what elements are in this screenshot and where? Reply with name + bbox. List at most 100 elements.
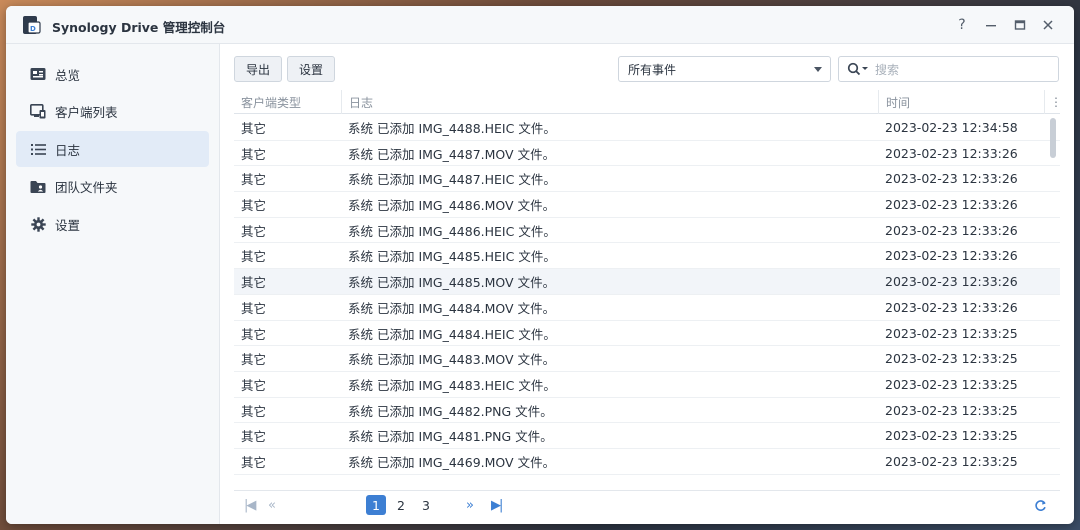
vertical-scrollbar[interactable] bbox=[1050, 118, 1056, 158]
cell-client-type: 其它 bbox=[241, 249, 267, 265]
table-row[interactable]: 其它 系统 已添加 IMG_4487.HEIC 文件。 2023-02-23 12:… bbox=[234, 166, 1060, 193]
cell-log: 系统 已添加 IMG_4482.PNG 文件。 bbox=[348, 403, 553, 419]
close-button[interactable] bbox=[1038, 15, 1058, 35]
close-icon bbox=[1043, 20, 1053, 30]
table-row[interactable]: 其它 系统 已添加 IMG_4488.HEIC 文件。 2023-02-23 12:… bbox=[234, 115, 1060, 141]
cell-client-type: 其它 bbox=[241, 198, 267, 214]
export-button[interactable]: 导出 bbox=[234, 56, 282, 82]
column-header-time[interactable]: 时间 bbox=[878, 90, 1044, 114]
app-window: D Synology Drive 管理控制台 ? 总览 客户端列表 日志 团队文… bbox=[6, 6, 1074, 524]
table-row[interactable]: 其它 系统 已添加 IMG_4483.MOV 文件。 2023-02-23 12:3… bbox=[234, 346, 1060, 372]
table-row[interactable]: 其它 系统 已添加 IMG_4469.MOV 文件。 2023-02-23 12:3… bbox=[234, 449, 1060, 475]
sidebar-item-client-list[interactable]: 客户端列表 bbox=[16, 94, 209, 130]
cell-client-type: 其它 bbox=[241, 146, 267, 162]
chevron-down-icon bbox=[814, 67, 822, 72]
refresh-icon[interactable] bbox=[1034, 495, 1047, 515]
client-list-icon bbox=[30, 104, 46, 120]
cell-time: 2023-02-23 12:33:26 bbox=[885, 222, 1018, 238]
table-row[interactable]: 其它 系统 已添加 IMG_4482.PNG 文件。 2023-02-23 12:3… bbox=[234, 398, 1060, 424]
cell-time: 2023-02-23 12:33:26 bbox=[885, 171, 1018, 187]
last-page-icon[interactable]: ▶| bbox=[491, 495, 503, 515]
column-header-client-type[interactable]: 客户端类型 bbox=[234, 90, 341, 114]
search-input[interactable]: 搜索 bbox=[838, 56, 1059, 82]
toolbar: 导出 设置 所有事件 搜索 bbox=[234, 56, 1064, 82]
cell-client-type: 其它 bbox=[241, 377, 267, 393]
sidebar-item-label: 设置 bbox=[55, 217, 81, 233]
sidebar-item-overview[interactable]: 总览 bbox=[16, 56, 209, 92]
minimize-button[interactable] bbox=[981, 15, 1001, 35]
sidebar: 总览 客户端列表 日志 团队文件夹 设置 bbox=[6, 44, 220, 524]
cell-client-type: 其它 bbox=[241, 300, 267, 316]
cell-time: 2023-02-23 12:33:26 bbox=[885, 299, 1018, 315]
table-row[interactable]: 其它 系统 已添加 IMG_4484.HEIC 文件。 2023-02-23 12:… bbox=[234, 321, 1060, 347]
table-header: 客户端类型 日志 时间 ⋮ bbox=[234, 90, 1060, 114]
cell-log: 系统 已添加 IMG_4487.HEIC 文件。 bbox=[348, 172, 556, 188]
cell-log: 系统 已添加 IMG_4481.PNG 文件。 bbox=[348, 429, 553, 445]
column-header-log[interactable]: 日志 bbox=[341, 90, 878, 114]
cell-log: 系统 已添加 IMG_4483.HEIC 文件。 bbox=[348, 377, 556, 393]
table-row[interactable]: 其它 系统 已添加 IMG_4485.HEIC 文件。 2023-02-23 12:… bbox=[234, 243, 1060, 270]
cell-log: 系统 已添加 IMG_4486.HEIC 文件。 bbox=[348, 223, 556, 239]
cell-log: 系统 已添加 IMG_4485.MOV 文件。 bbox=[348, 275, 556, 291]
cell-log: 系统 已添加 IMG_4483.MOV 文件。 bbox=[348, 352, 556, 368]
cell-client-type: 其它 bbox=[241, 275, 267, 291]
cell-time: 2023-02-23 12:33:25 bbox=[885, 325, 1018, 341]
cell-log: 系统 已添加 IMG_4484.HEIC 文件。 bbox=[348, 326, 556, 342]
sidebar-item-settings[interactable]: 设置 bbox=[16, 206, 209, 242]
cell-time: 2023-02-23 12:33:26 bbox=[885, 145, 1018, 161]
cell-log: 系统 已添加 IMG_4469.MOV 文件。 bbox=[348, 454, 556, 470]
cell-client-type: 其它 bbox=[241, 352, 267, 368]
gear-icon bbox=[30, 216, 46, 232]
table-row[interactable]: 其它 系统 已添加 IMG_4484.MOV 文件。 2023-02-23 12:3… bbox=[234, 295, 1060, 321]
previous-page-icon[interactable]: « bbox=[268, 495, 276, 515]
cell-time: 2023-02-23 12:33:25 bbox=[885, 402, 1018, 418]
cell-time: 2023-02-23 12:34:58 bbox=[885, 120, 1018, 135]
table-row[interactable]: 其它 系统 已添加 IMG_4481.PNG 文件。 2023-02-23 12:3… bbox=[234, 423, 1060, 449]
cell-client-type: 其它 bbox=[241, 403, 267, 419]
cell-time: 2023-02-23 12:33:26 bbox=[885, 248, 1018, 264]
first-page-icon[interactable]: |◀ bbox=[244, 495, 256, 515]
table-row[interactable]: 其它 系统 已添加 IMG_4486.HEIC 文件。 2023-02-23 12:… bbox=[234, 218, 1060, 244]
sidebar-item-label: 总览 bbox=[55, 67, 81, 83]
maximize-button[interactable] bbox=[1010, 15, 1030, 35]
log-table: 客户端类型 日志 时间 ⋮ 其它 系统 已添加 IMG_4488.HEIC 文件。… bbox=[234, 90, 1060, 488]
event-filter-select[interactable]: 所有事件 bbox=[618, 56, 831, 82]
search-icon bbox=[847, 62, 868, 76]
cell-log: 系统 已添加 IMG_4484.MOV 文件。 bbox=[348, 300, 556, 316]
table-row[interactable]: 其它 系统 已添加 IMG_4486.MOV 文件。 2023-02-23 12:3… bbox=[234, 192, 1060, 218]
settings-button[interactable]: 设置 bbox=[287, 56, 335, 82]
cell-time: 2023-02-23 12:33:25 bbox=[885, 351, 1018, 367]
log-list-icon bbox=[30, 141, 46, 157]
pagination: |◀ « 1 2 3 » ▶| bbox=[234, 490, 1060, 518]
cell-log: 系统 已添加 IMG_4488.HEIC 文件。 bbox=[348, 121, 556, 136]
help-icon[interactable]: ? bbox=[952, 15, 972, 35]
svg-text:D: D bbox=[30, 25, 36, 33]
column-options-icon[interactable]: ⋮ bbox=[1044, 90, 1060, 114]
table-body: 其它 系统 已添加 IMG_4488.HEIC 文件。 2023-02-23 12:… bbox=[234, 115, 1060, 475]
cell-client-type: 其它 bbox=[241, 223, 267, 239]
cell-time: 2023-02-23 12:33:26 bbox=[885, 274, 1018, 290]
synology-drive-app-icon: D bbox=[23, 16, 41, 34]
page-number[interactable]: 1 bbox=[366, 495, 386, 515]
sidebar-item-label: 团队文件夹 bbox=[55, 180, 118, 195]
cell-client-type: 其它 bbox=[241, 429, 267, 445]
main-panel: 导出 设置 所有事件 搜索 客户端类型 日志 时间 ⋮ 其它 系统 已添加 IMG… bbox=[220, 44, 1074, 524]
sidebar-item-log[interactable]: 日志 bbox=[16, 131, 209, 167]
cell-client-type: 其它 bbox=[241, 172, 267, 188]
table-row[interactable]: 其它 系统 已添加 IMG_4485.MOV 文件。 2023-02-23 12:3… bbox=[234, 269, 1060, 295]
event-filter-value: 所有事件 bbox=[628, 62, 677, 77]
cell-time: 2023-02-23 12:33:25 bbox=[885, 453, 1018, 469]
table-row[interactable]: 其它 系统 已添加 IMG_4483.HEIC 文件。 2023-02-23 12:… bbox=[234, 372, 1060, 398]
page-number[interactable]: 3 bbox=[416, 495, 436, 515]
next-page-icon[interactable]: » bbox=[466, 495, 474, 515]
window-title: Synology Drive 管理控制台 bbox=[52, 20, 226, 35]
minimize-icon bbox=[986, 25, 996, 27]
cell-time: 2023-02-23 12:33:26 bbox=[885, 197, 1018, 213]
cell-log: 系统 已添加 IMG_4487.MOV 文件。 bbox=[348, 146, 556, 162]
table-row[interactable]: 其它 系统 已添加 IMG_4487.MOV 文件。 2023-02-23 12:3… bbox=[234, 141, 1060, 167]
page-number[interactable]: 2 bbox=[391, 495, 411, 515]
cell-time: 2023-02-23 12:33:25 bbox=[885, 428, 1018, 444]
cell-client-type: 其它 bbox=[241, 121, 267, 136]
sidebar-item-team-folder[interactable]: 团队文件夹 bbox=[16, 169, 209, 205]
cell-client-type: 其它 bbox=[241, 326, 267, 342]
